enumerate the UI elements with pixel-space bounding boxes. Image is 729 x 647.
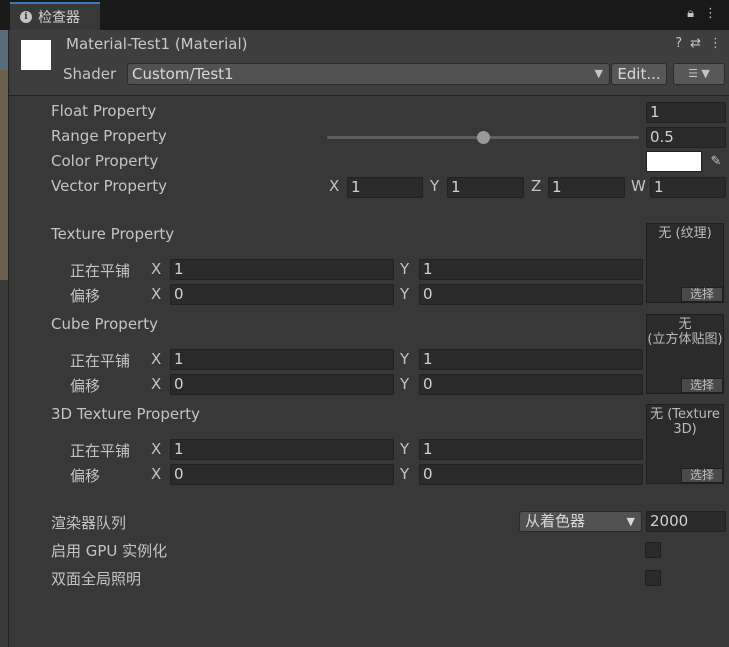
tab-inspector-label: 检查器: [38, 10, 80, 26]
chevron-down-icon: ▼: [594, 67, 603, 80]
vector-y-field[interactable]: 1: [447, 177, 524, 198]
edit-shader-button[interactable]: Edit...: [611, 63, 667, 85]
render-queue-mode: 从着色器: [525, 512, 586, 530]
help-icon[interactable]: ?: [675, 36, 682, 51]
vector-z-axis: Z: [531, 177, 542, 195]
tiling-label: 正在平铺: [70, 352, 131, 370]
cube-offset-x-field[interactable]: 0: [170, 374, 394, 395]
double-sided-gi-label: 双面全局照明: [51, 570, 142, 588]
texture-tiling-x-field[interactable]: 1: [170, 259, 394, 280]
double-sided-gi-checkbox[interactable]: [645, 570, 661, 586]
vector-property-label: Vector Property: [51, 177, 168, 195]
vector-y-axis: Y: [430, 177, 440, 195]
more-icon[interactable]: ⋮: [709, 36, 722, 51]
texture3d-select-button[interactable]: 选择: [681, 468, 723, 483]
vector-w-axis: W: [631, 177, 646, 195]
texture-select-button[interactable]: 选择: [681, 287, 723, 302]
tiling-y-axis: Y: [400, 350, 410, 368]
render-queue-dropdown[interactable]: 从着色器 ▼: [519, 511, 642, 532]
cube-tiling-y-field[interactable]: 1: [419, 349, 643, 370]
tab-icons: 🔒︎ ⋮: [687, 6, 717, 21]
color-property-label: Color Property: [51, 152, 159, 170]
tiling-label: 正在平铺: [70, 442, 131, 460]
vector-z-field[interactable]: 1: [548, 177, 625, 198]
gpu-instancing-checkbox[interactable]: [645, 542, 661, 558]
tiling-x-axis: X: [151, 440, 162, 458]
texture3d-tiling-x-field[interactable]: 1: [170, 439, 394, 460]
offset-label: 偏移: [70, 287, 101, 305]
render-queue-label: 渲染器队列: [51, 514, 127, 532]
offset-label: 偏移: [70, 467, 101, 485]
range-property-field[interactable]: 0.5: [646, 127, 726, 148]
preset-icon[interactable]: ⇄: [690, 36, 701, 51]
offset-x-axis: X: [151, 375, 162, 393]
tiling-y-axis: Y: [400, 260, 410, 278]
vector-x-axis: X: [329, 177, 340, 195]
vector-x-field[interactable]: 1: [347, 177, 423, 198]
range-slider-thumb[interactable]: [476, 131, 490, 144]
cubemap-select-button[interactable]: 选择: [681, 378, 723, 393]
cubemap-slot-text: 无 (立方体贴图): [647, 317, 723, 347]
texture-slot-text: 无 (纹理): [658, 226, 712, 241]
tiling-label: 正在平铺: [70, 262, 131, 280]
offset-y-axis: Y: [400, 375, 410, 393]
offset-x-axis: X: [151, 465, 162, 483]
more-menu-icon[interactable]: ⋮: [704, 6, 717, 21]
tiling-y-axis: Y: [400, 440, 410, 458]
tab-inspector[interactable]: i 检查器: [10, 2, 100, 30]
texture-offset-x-field[interactable]: 0: [170, 284, 394, 305]
offset-y-axis: Y: [400, 465, 410, 483]
texture-slot[interactable]: 无 (纹理) 选择: [646, 223, 724, 303]
header-icons: ? ⇄ ⋮: [675, 36, 722, 51]
texture-property-label: Texture Property: [51, 225, 175, 243]
info-icon: i: [20, 11, 32, 23]
gpu-instancing-label: 启用 GPU 实例化: [51, 542, 168, 560]
eyedropper-icon[interactable]: ✎: [706, 151, 726, 172]
color-swatch[interactable]: [646, 151, 702, 172]
material-preview-thumbnail: [21, 40, 51, 70]
texture-tiling-y-field[interactable]: 1: [419, 259, 643, 280]
cube-offset-y-field[interactable]: 0: [419, 374, 643, 395]
tab-bar: i 检查器 🔒︎ ⋮: [0, 0, 729, 30]
scene-view-edge: [0, 30, 8, 647]
chevron-down-icon: ▼: [626, 515, 635, 528]
vector-w-field[interactable]: 1: [650, 177, 726, 198]
material-options-button[interactable]: ☰ ▼: [673, 63, 725, 85]
offset-label: 偏移: [70, 377, 101, 395]
texture3d-offset-y-field[interactable]: 0: [419, 464, 643, 485]
offset-x-axis: X: [151, 285, 162, 303]
lock-icon[interactable]: 🔒︎: [687, 6, 694, 21]
render-queue-value-field[interactable]: 2000: [646, 511, 726, 532]
texture3d-tiling-y-field[interactable]: 1: [419, 439, 643, 460]
float-property-field[interactable]: 1: [646, 102, 726, 123]
texture3d-slot[interactable]: 无 (Texture 3D) 选择: [646, 404, 724, 484]
texture-offset-y-field[interactable]: 0: [419, 284, 643, 305]
texture3d-property-label: 3D Texture Property: [51, 405, 201, 423]
cube-tiling-x-field[interactable]: 1: [170, 349, 394, 370]
tiling-x-axis: X: [151, 350, 162, 368]
texture3d-slot-text: 无 (Texture 3D): [650, 407, 720, 437]
shader-value: Custom/Test1: [132, 65, 234, 83]
inspector-panel: Material-Test1 (Material) ? ⇄ ⋮ Shader C…: [8, 30, 729, 647]
float-property-label: Float Property: [51, 102, 157, 120]
material-title: Material-Test1 (Material): [66, 35, 248, 53]
shader-dropdown[interactable]: Custom/Test1 ▼: [127, 63, 610, 85]
material-header: Material-Test1 (Material) ? ⇄ ⋮ Shader C…: [9, 30, 729, 96]
tiling-x-axis: X: [151, 260, 162, 278]
cubemap-slot[interactable]: 无 (立方体贴图) 选择: [646, 314, 724, 394]
shader-label: Shader: [63, 65, 117, 83]
cube-property-label: Cube Property: [51, 315, 158, 333]
offset-y-axis: Y: [400, 285, 410, 303]
texture3d-offset-x-field[interactable]: 0: [170, 464, 394, 485]
range-property-label: Range Property: [51, 127, 167, 145]
